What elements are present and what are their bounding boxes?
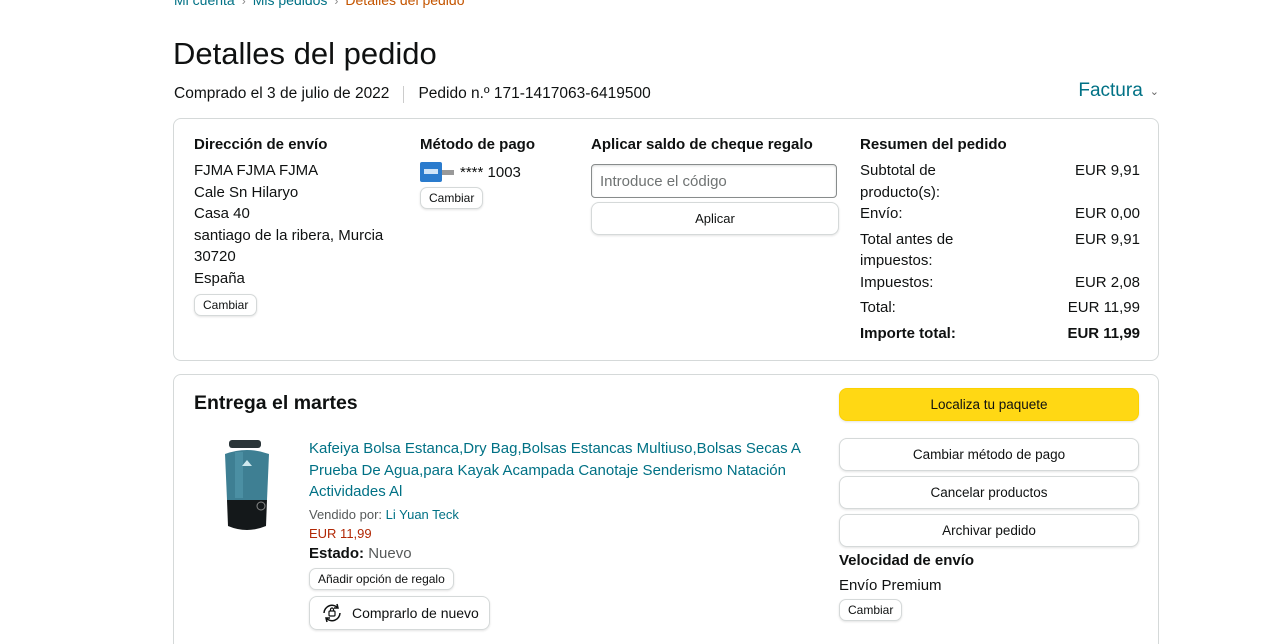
change-shipping-speed-button[interactable]: Cambiar: [839, 599, 903, 621]
giftcard-code-input[interactable]: [591, 164, 837, 198]
breadcrumb-my-account[interactable]: Mi cuenta: [174, 0, 235, 8]
invoice-dropdown[interactable]: Factura ⌄: [1078, 80, 1159, 102]
archive-order-button[interactable]: Archivar pedido: [839, 514, 1139, 547]
shipping-speed-heading: Velocidad de envío: [839, 552, 975, 569]
divider: [403, 85, 405, 103]
summary-heading: Resumen del pedido: [860, 136, 1007, 153]
address-line: Cale Sn Hilaryo: [194, 183, 299, 201]
product-price: EUR 11,99: [309, 525, 372, 541]
breadcrumb-current: Detalles del pedido: [345, 0, 465, 8]
page-title: Detalles del pedido: [173, 36, 437, 71]
summary-row-grand-total: Importe total: EUR 11,99: [860, 324, 1140, 342]
shipping-speed-value: Envío Premium: [839, 577, 942, 594]
order-date: Comprado el 3 de julio de 2022: [174, 85, 390, 102]
address-line: Casa 40: [194, 205, 250, 222]
order-meta: Comprado el 3 de julio de 2022 Pedido n.…: [174, 85, 651, 103]
rebuy-icon: [323, 603, 341, 622]
change-payment-button[interactable]: Cambiar: [420, 187, 484, 209]
track-package-button[interactable]: Localiza tu paquete: [839, 388, 1139, 421]
product-condition: Estado: Nuevo: [309, 544, 412, 562]
address-line: FJMA FJMA FJMA: [194, 162, 319, 179]
order-number: Pedido n.º 171-1417063-6419500: [418, 85, 651, 102]
order-summary-card: Dirección de envío FJMA FJMA FJMA Cale S…: [173, 118, 1159, 361]
invoice-label: Factura: [1078, 80, 1143, 101]
change-address-button[interactable]: Cambiar: [194, 294, 258, 316]
buy-again-label: Comprarlo de nuevo: [352, 604, 479, 621]
seller-link[interactable]: Li Yuan Teck: [386, 507, 459, 522]
chevron-right-icon: ›: [241, 0, 246, 8]
order-totals-section: Resumen del pedido Subtotal de producto(…: [860, 136, 1140, 344]
breadcrumb: Mi cuenta › Mis pedidos › Detalles del pedid…: [174, 0, 465, 8]
giftcard-heading: Aplicar saldo de cheque regalo: [591, 136, 813, 153]
delivery-title: Entrega el martes: [194, 392, 358, 414]
delivery-card: Entrega el martes Kafeiya Bolsa Estanca,…: [173, 374, 1159, 644]
giftcard-section: Aplicar saldo de cheque regalo Aplicar: [591, 136, 839, 235]
product-title-link[interactable]: Kafeiya Bolsa Estanca,Dry Bag,Bolsas Est…: [309, 438, 809, 503]
card-number: **** 1003: [460, 163, 521, 181]
chevron-right-icon: ›: [334, 0, 339, 8]
cancel-items-button[interactable]: Cancelar productos: [839, 476, 1139, 509]
chevron-down-icon: ⌄: [1149, 85, 1159, 98]
summary-row-tax: Impuestos: EUR 2,08: [860, 273, 1140, 291]
sold-by: Vendido por: Li Yuan Teck: [309, 506, 459, 522]
address-line: 30720: [194, 248, 236, 265]
address-line: santiago de la ribera, Murcia: [194, 226, 384, 244]
breadcrumb-my-orders[interactable]: Mis pedidos: [253, 0, 328, 8]
shipping-address-section: Dirección de envío FJMA FJMA FJMA Cale S…: [194, 136, 404, 316]
payment-heading: Método de pago: [420, 136, 535, 153]
apply-giftcard-button[interactable]: Aplicar: [591, 202, 839, 235]
summary-row-subtotal: Subtotal de producto(s): EUR 9,91: [860, 162, 1140, 201]
add-gift-option-button[interactable]: Añadir opción de regalo: [309, 567, 454, 590]
summary-row-total: Total: EUR 11,99: [860, 299, 1140, 316]
summary-row-shipping: Envío: EUR 0,00: [860, 205, 1140, 222]
shipping-heading: Dirección de envío: [194, 136, 328, 153]
amex-card-icon: [420, 162, 454, 182]
change-payment-method-button[interactable]: Cambiar método de pago: [839, 438, 1139, 471]
delivery-actions: Localiza tu paquete Cambiar método de pa…: [839, 388, 1139, 621]
address-line: España: [194, 269, 245, 287]
shipping-address: FJMA FJMA FJMA Cale Sn Hilaryo Casa 40 s…: [194, 160, 404, 289]
product-image[interactable]: [220, 440, 274, 536]
product-details: Kafeiya Bolsa Estanca,Dry Bag,Bolsas Est…: [309, 438, 809, 630]
buy-again-button[interactable]: Comprarlo de nuevo: [309, 595, 490, 630]
payment-method-section: Método de pago **** 1003 Cambiar: [420, 136, 570, 209]
summary-row-before-tax: Total antes de impuestos: EUR 9,91: [860, 230, 1140, 270]
